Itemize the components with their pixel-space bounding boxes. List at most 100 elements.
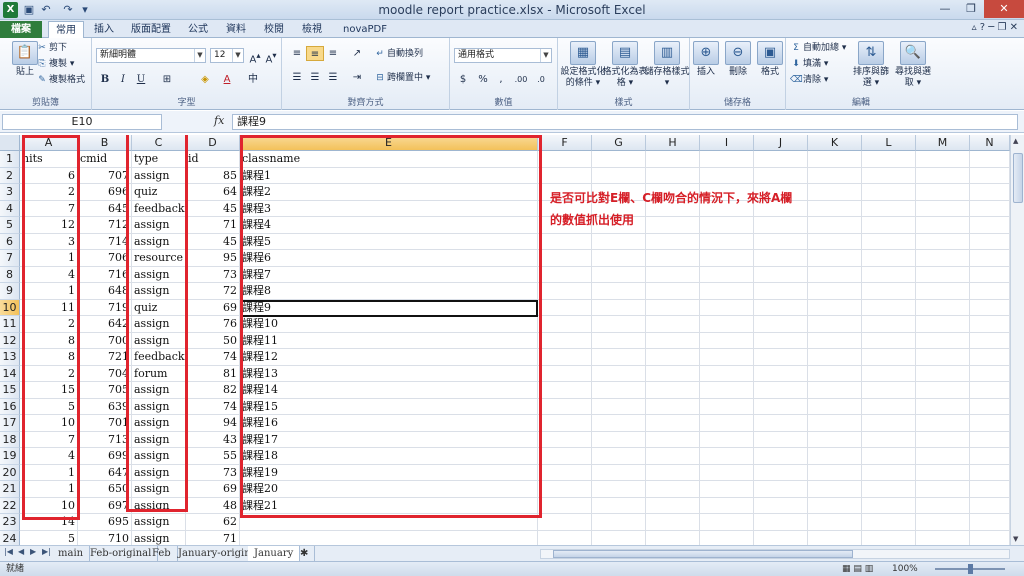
empty-cell[interactable] bbox=[970, 316, 1010, 333]
empty-cell[interactable] bbox=[646, 464, 700, 481]
fill-color-icon[interactable]: ◈ bbox=[196, 72, 214, 87]
empty-cell[interactable] bbox=[538, 283, 592, 300]
cell-d[interactable]: 74 bbox=[186, 349, 240, 366]
cell-c[interactable]: assign bbox=[132, 283, 186, 300]
empty-cell[interactable] bbox=[808, 283, 862, 300]
cell-a[interactable]: 4 bbox=[20, 266, 78, 283]
zoom-level[interactable]: 100% bbox=[892, 562, 918, 576]
cell-a[interactable]: 4 bbox=[20, 448, 78, 465]
column-header-c[interactable]: C bbox=[132, 135, 186, 151]
cell-b[interactable]: 639 bbox=[78, 398, 132, 415]
empty-cell[interactable] bbox=[700, 481, 754, 498]
empty-cell[interactable] bbox=[970, 266, 1010, 283]
cell-d[interactable]: 55 bbox=[186, 448, 240, 465]
cell-a[interactable]: 6 bbox=[20, 167, 78, 184]
row-header[interactable]: 21 bbox=[0, 481, 20, 498]
cell-c[interactable]: assign bbox=[132, 382, 186, 399]
empty-cell[interactable] bbox=[754, 431, 808, 448]
cell-c[interactable]: assign bbox=[132, 514, 186, 531]
empty-cell[interactable] bbox=[754, 398, 808, 415]
cell-e[interactable]: 課程3 bbox=[240, 200, 538, 217]
empty-cell[interactable] bbox=[592, 349, 646, 366]
row-header[interactable]: 7 bbox=[0, 250, 20, 267]
row-header[interactable]: 23 bbox=[0, 514, 20, 531]
empty-cell[interactable] bbox=[646, 266, 700, 283]
cell-b[interactable]: 714 bbox=[78, 233, 132, 250]
empty-cell[interactable] bbox=[916, 332, 970, 349]
empty-cell[interactable] bbox=[970, 448, 1010, 465]
next-sheet-icon[interactable]: ▶ bbox=[30, 547, 36, 556]
empty-cell[interactable] bbox=[970, 250, 1010, 267]
empty-cell[interactable] bbox=[970, 398, 1010, 415]
tab-page-layout[interactable]: 版面配置 bbox=[128, 21, 174, 38]
empty-cell[interactable] bbox=[970, 283, 1010, 300]
empty-cell[interactable] bbox=[538, 448, 592, 465]
cell-d[interactable]: 69 bbox=[186, 299, 240, 316]
empty-cell[interactable] bbox=[808, 530, 862, 545]
empty-cell[interactable] bbox=[970, 464, 1010, 481]
format-painter-button[interactable]: ✎ 複製格式 bbox=[36, 74, 85, 87]
empty-cell[interactable] bbox=[808, 415, 862, 432]
empty-cell[interactable] bbox=[808, 266, 862, 283]
autosum-button[interactable]: Σ 自動加總 ▾ bbox=[790, 42, 846, 55]
empty-cell[interactable] bbox=[538, 151, 592, 168]
cell-b[interactable]: cmid bbox=[78, 151, 132, 168]
chevron-down-icon[interactable]: ▼ bbox=[232, 49, 243, 62]
cell-e[interactable]: 課程15 bbox=[240, 398, 538, 415]
row-header[interactable]: 1 bbox=[0, 151, 20, 168]
row-header[interactable]: 13 bbox=[0, 349, 20, 366]
cell-d[interactable]: 85 bbox=[186, 167, 240, 184]
row-header[interactable]: 15 bbox=[0, 382, 20, 399]
italic-button[interactable]: I bbox=[114, 72, 132, 87]
row-header[interactable]: 18 bbox=[0, 431, 20, 448]
sort-filter-button[interactable]: ⇅ 排序與篩選 ▾ bbox=[850, 41, 892, 89]
font-size-combo[interactable]: 12 ▼ bbox=[210, 48, 244, 63]
empty-cell[interactable] bbox=[754, 316, 808, 333]
empty-cell[interactable] bbox=[808, 365, 862, 382]
empty-cell[interactable] bbox=[700, 514, 754, 531]
empty-cell[interactable] bbox=[970, 481, 1010, 498]
empty-cell[interactable] bbox=[592, 530, 646, 545]
cell-d[interactable]: 45 bbox=[186, 233, 240, 250]
empty-cell[interactable] bbox=[862, 431, 916, 448]
empty-cell[interactable] bbox=[754, 415, 808, 432]
cell-c[interactable]: feedback bbox=[132, 200, 186, 217]
empty-cell[interactable] bbox=[646, 349, 700, 366]
empty-cell[interactable] bbox=[592, 365, 646, 382]
conditional-format-button[interactable]: ▦ 設定格式化的條件 ▾ bbox=[560, 41, 606, 89]
empty-cell[interactable] bbox=[754, 382, 808, 399]
cell-d[interactable]: 71 bbox=[186, 217, 240, 234]
empty-cell[interactable] bbox=[700, 365, 754, 382]
cell-c[interactable]: assign bbox=[132, 167, 186, 184]
empty-cell[interactable] bbox=[808, 250, 862, 267]
empty-cell[interactable] bbox=[592, 415, 646, 432]
cell-d[interactable]: 64 bbox=[186, 184, 240, 201]
chevron-down-icon[interactable]: ▼ bbox=[194, 49, 205, 62]
empty-cell[interactable] bbox=[592, 382, 646, 399]
horizontal-scrollbar[interactable] bbox=[540, 549, 1010, 559]
column-header-l[interactable]: L bbox=[862, 135, 916, 151]
empty-cell[interactable] bbox=[808, 151, 862, 168]
cell-c[interactable]: assign bbox=[132, 332, 186, 349]
empty-cell[interactable] bbox=[916, 151, 970, 168]
empty-cell[interactable] bbox=[592, 250, 646, 267]
cell-d[interactable]: 48 bbox=[186, 497, 240, 514]
clear-button[interactable]: ⌫清除 ▾ bbox=[790, 74, 828, 87]
empty-cell[interactable] bbox=[646, 481, 700, 498]
empty-cell[interactable] bbox=[862, 514, 916, 531]
column-header-k[interactable]: K bbox=[808, 135, 862, 151]
empty-cell[interactable] bbox=[538, 431, 592, 448]
first-sheet-icon[interactable]: |◀ bbox=[4, 547, 13, 556]
column-header-m[interactable]: M bbox=[916, 135, 970, 151]
cell-d[interactable]: 74 bbox=[186, 398, 240, 415]
cell-a[interactable]: 5 bbox=[20, 398, 78, 415]
tab-file[interactable]: 檔案 bbox=[0, 21, 42, 38]
row-header[interactable]: 19 bbox=[0, 448, 20, 465]
cell-b[interactable]: 710 bbox=[78, 530, 132, 545]
column-header-j[interactable]: J bbox=[754, 135, 808, 151]
increase-decimal-icon[interactable]: .00 bbox=[512, 72, 530, 87]
horizontal-scroll-thumb[interactable] bbox=[553, 550, 853, 558]
empty-cell[interactable] bbox=[592, 151, 646, 168]
merge-center-button[interactable]: ⊟ 跨欄置中 ▾ bbox=[374, 72, 430, 85]
cell-b[interactable]: 707 bbox=[78, 167, 132, 184]
